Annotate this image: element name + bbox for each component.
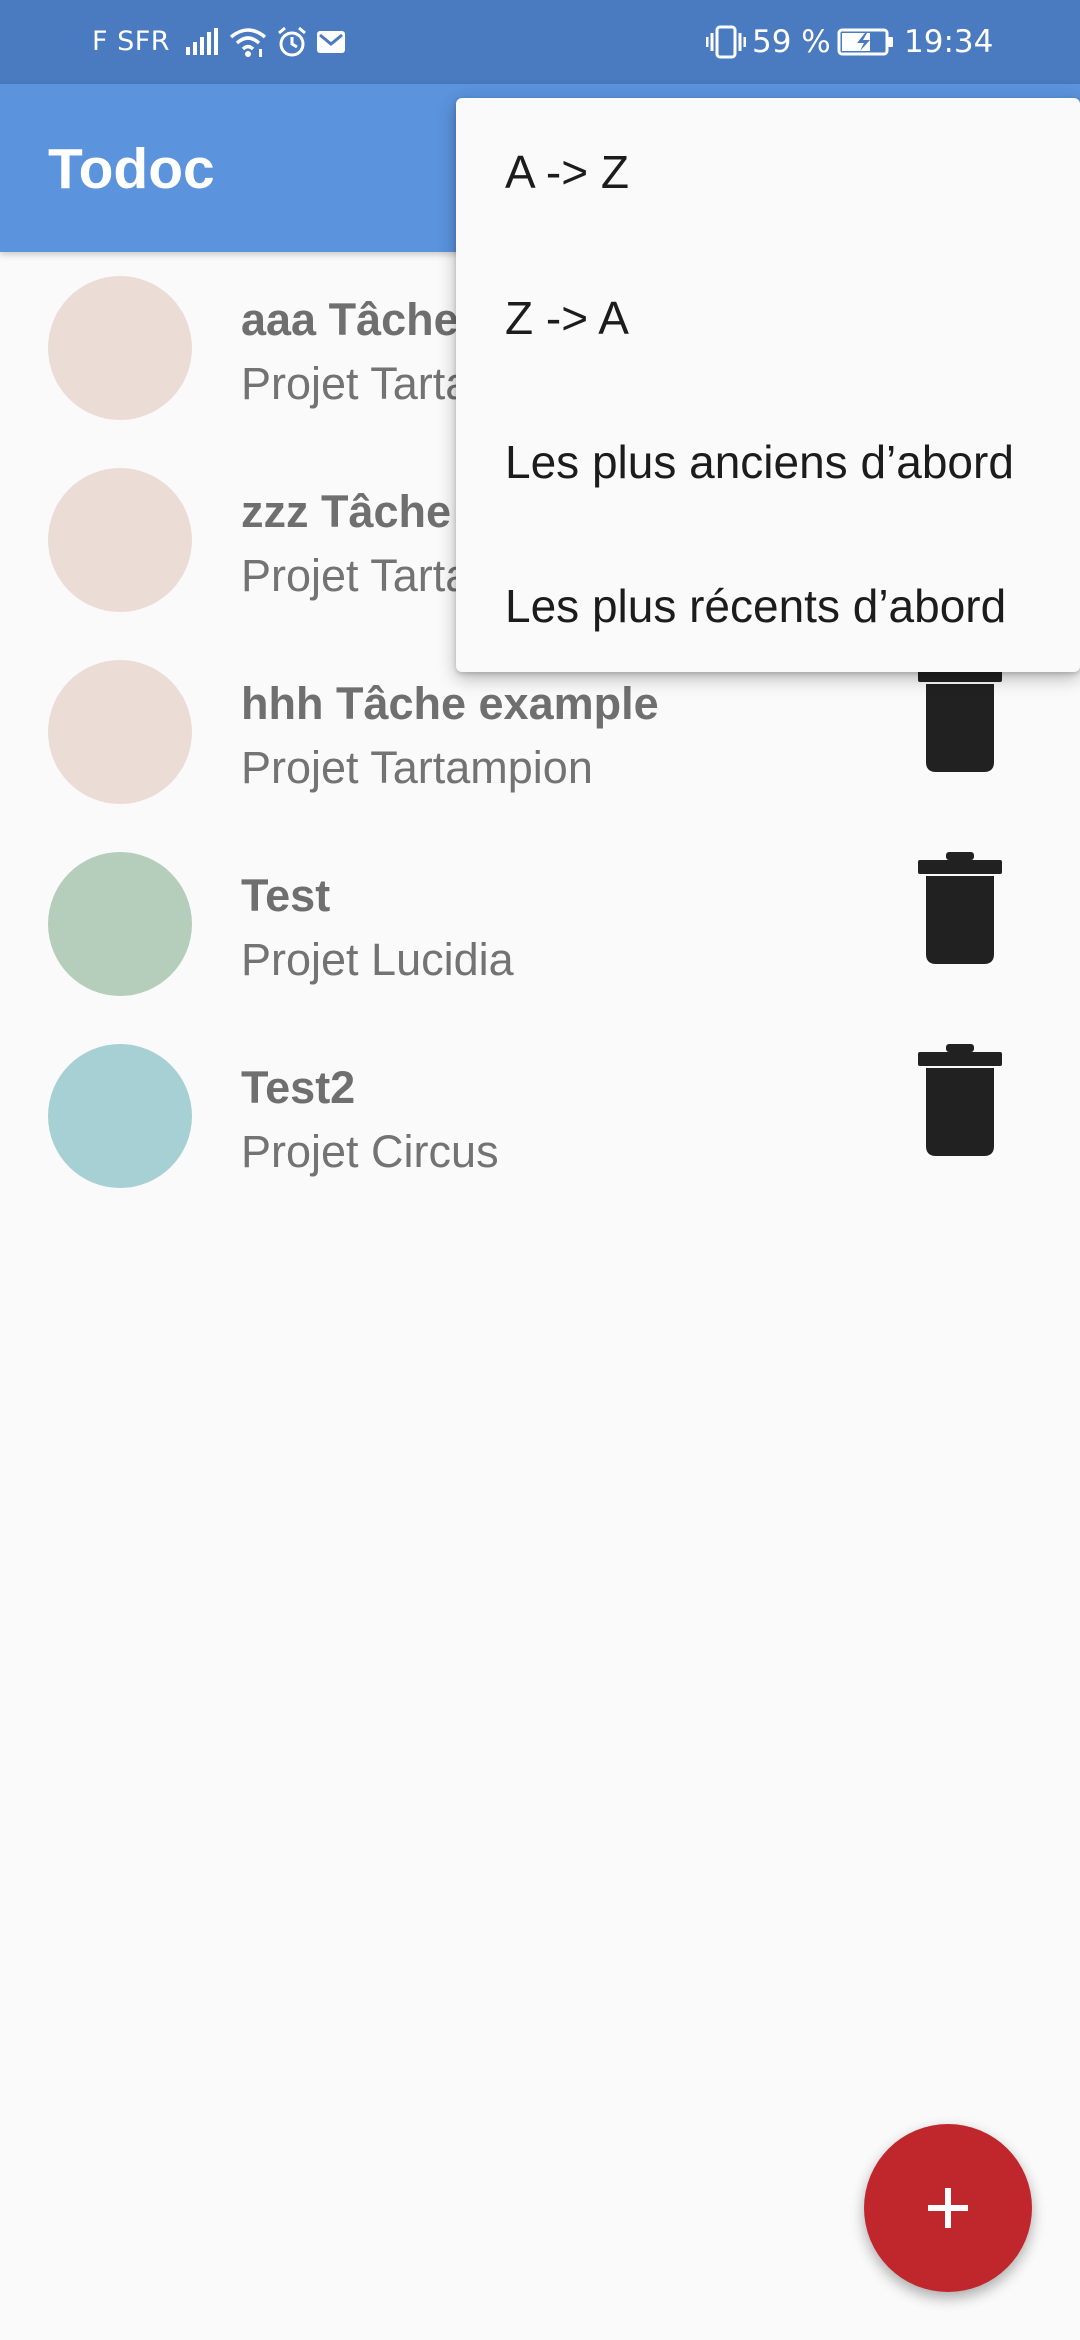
task-name: Test <box>241 870 331 921</box>
task-project: Projet Tartampion <box>241 742 593 793</box>
sort-popup-menu: A -> ZZ -> A Les plus anciens d’abord Les … <box>456 98 1080 672</box>
sort-menu-item[interactable]: Z -> A <box>456 246 1080 390</box>
task-project: Projet Circus <box>241 1126 499 1177</box>
clock: 19:34 <box>904 24 994 60</box>
status-icons-left <box>184 22 346 62</box>
delete-task-button[interactable] <box>908 660 1012 790</box>
plus-icon <box>928 2188 968 2228</box>
trash-icon <box>918 1044 1002 1161</box>
signal-icon <box>186 28 218 55</box>
trash-icon <box>918 852 1002 969</box>
carrier-name: F SFR <box>92 26 171 57</box>
task-name: Test2 <box>241 1062 356 1113</box>
status-icons-right: 59 % <box>706 22 895 62</box>
task-row[interactable]: Test2 Projet Circus <box>0 1020 1080 1212</box>
sort-menu-item[interactable]: Les plus anciens d’abord <box>456 390 1080 534</box>
task-row[interactable]: Test Projet Lucidia <box>0 828 1080 1020</box>
mail-icon <box>317 31 345 53</box>
sort-menu-item[interactable]: Les plus récents d’abord <box>456 534 1080 678</box>
project-color-avatar <box>48 852 192 996</box>
app-title: Todoc <box>48 137 215 201</box>
wifi-icon <box>229 28 267 57</box>
status-bar: F SFR 59 % 19:34 <box>0 0 1080 84</box>
project-color-avatar <box>48 468 192 612</box>
add-task-button[interactable] <box>864 2124 1032 2292</box>
project-color-avatar <box>48 1044 192 1188</box>
task-name: hhh Tâche example <box>241 678 659 729</box>
delete-task-button[interactable] <box>908 1044 1012 1174</box>
alarm-icon <box>278 26 306 57</box>
project-color-avatar <box>48 276 192 420</box>
sort-menu-item[interactable]: A -> Z <box>456 98 1080 246</box>
vibrate-icon <box>706 25 746 59</box>
delete-task-button[interactable] <box>908 852 1012 982</box>
battery-charging-icon <box>837 28 893 56</box>
project-color-avatar <box>48 660 192 804</box>
task-project: Projet Lucidia <box>241 934 514 985</box>
battery-percent: 59 % <box>752 24 831 60</box>
